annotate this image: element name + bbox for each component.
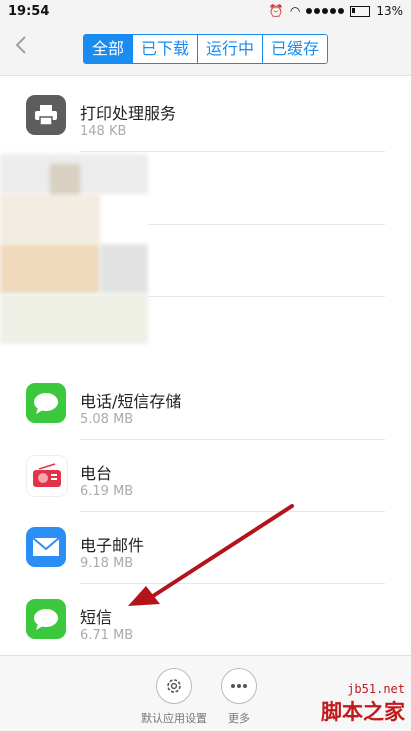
watermark: jb51.net 脚本之家 [321,682,405,726]
radio-icon [26,455,68,497]
back-button[interactable] [14,34,28,61]
app-list: 打印处理服务 148 KB 电话/短信存储 5.08 MB 电台 6.19 MB… [0,75,411,656]
app-name: 短信 [80,608,113,627]
list-item[interactable]: 短信 6.71 MB [0,584,411,656]
watermark-logo-text: 脚本之家 [321,700,405,724]
more-label: 更多 [228,712,250,725]
tab-cached[interactable]: 已缓存 [262,35,328,63]
tab-all[interactable]: 全部 [84,35,133,63]
battery-icon [350,5,371,17]
app-size: 148 KB [80,124,127,139]
status-time: 19:54 [8,4,50,19]
tab-running[interactable]: 运行中 [197,35,263,63]
mail-icon [26,527,66,567]
app-name: 电话/短信存储 [80,392,182,411]
battery-percent: 13% [376,4,403,18]
more-dots-icon [221,668,257,704]
app-size: 5.08 MB [80,412,134,427]
alarm-icon: ⏰ [268,4,284,18]
message-bubble-icon [26,599,66,639]
list-item[interactable]: 电台 6.19 MB [0,440,411,512]
gear-icon [156,668,192,704]
chevron-left-icon [15,36,26,54]
app-size: 6.19 MB [80,484,134,499]
tab-downloaded[interactable]: 已下载 [132,35,198,63]
divider [80,151,385,152]
filter-tabs: 全部 已下载 运行中 已缓存 [83,34,329,64]
list-item[interactable]: 打印处理服务 148 KB [0,80,411,152]
signal-icon [306,8,345,14]
watermark-url: jb51.net [347,682,405,696]
printer-icon [26,95,66,135]
app-name: 电子邮件 [80,536,145,555]
app-size: 6.71 MB [80,628,134,643]
divider [148,224,385,225]
status-icons: ⏰ ◠ 13% [269,4,403,18]
divider [148,296,385,297]
more-button[interactable]: 更多 [199,668,279,726]
message-bubble-icon [26,383,66,423]
app-size: 9.18 MB [80,556,134,571]
header: 全部 已下载 运行中 已缓存 [0,24,411,74]
blurred-content [0,154,148,344]
app-name: 电台 [80,464,113,483]
list-item[interactable]: 电子邮件 9.18 MB [0,512,411,584]
status-bar: 19:54 ⏰ ◠ 13% [0,0,411,24]
wifi-icon: ◠ [289,4,301,18]
app-name: 打印处理服务 [80,104,177,123]
list-item[interactable]: 电话/短信存储 5.08 MB [0,368,411,440]
